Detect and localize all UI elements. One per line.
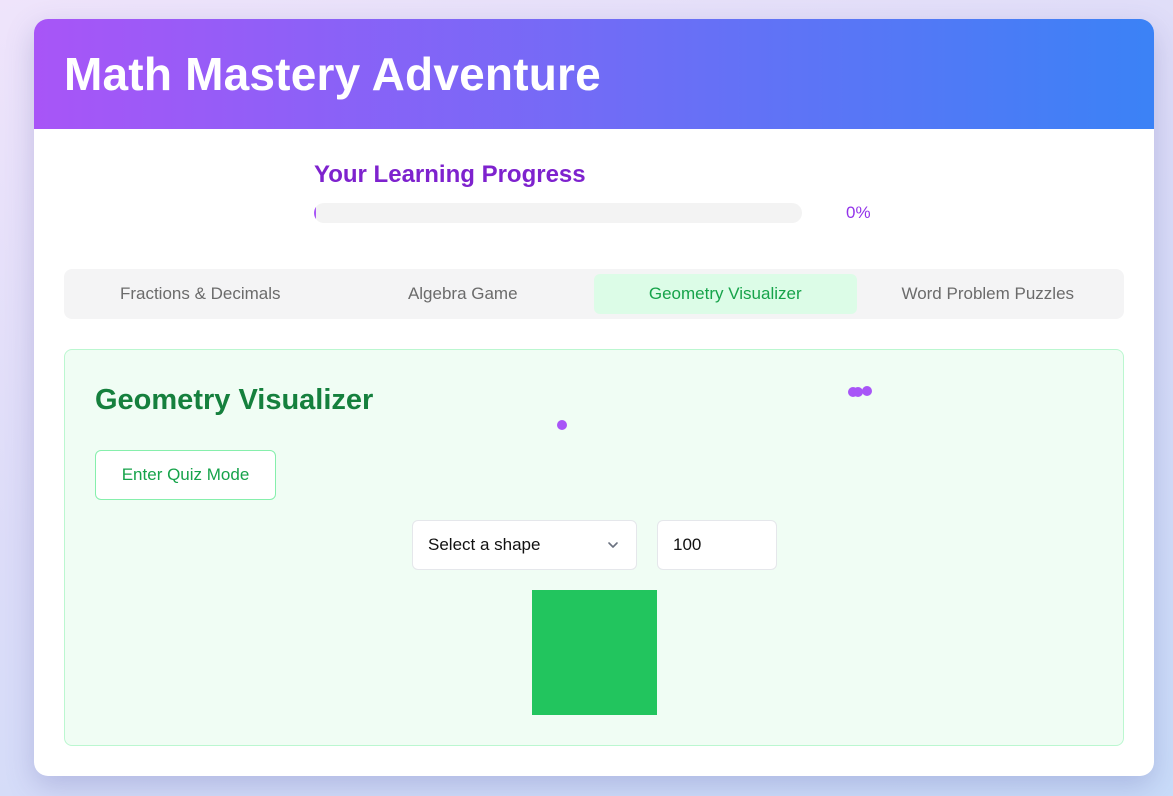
app-header: Math Mastery Adventure	[34, 19, 1154, 129]
chevron-down-icon	[608, 542, 618, 548]
progress-percent: 0%	[846, 203, 871, 222]
progress-row: 0%	[314, 203, 914, 223]
size-input[interactable]	[657, 520, 777, 570]
progress-section: Your Learning Progress 0%	[314, 161, 914, 223]
progress-title: Your Learning Progress	[314, 161, 586, 188]
tab-fractions-decimals[interactable]: Fractions & Decimals	[69, 274, 332, 314]
geometry-panel: Geometry Visualizer Enter Quiz Mode Sele…	[64, 349, 1124, 746]
tab-word-problem-puzzles[interactable]: Word Problem Puzzles	[857, 274, 1120, 314]
particle-dot	[557, 420, 567, 430]
progress-bar	[314, 203, 802, 223]
particle-dot	[862, 386, 872, 396]
enter-quiz-mode-button[interactable]: Enter Quiz Mode	[95, 450, 276, 500]
tab-geometry-visualizer[interactable]: Geometry Visualizer	[594, 274, 857, 314]
app-card: Math Mastery Adventure Your Learning Pro…	[34, 19, 1154, 776]
app-title: Math Mastery Adventure	[64, 48, 601, 100]
panel-title: Geometry Visualizer	[95, 384, 374, 416]
shape-select-value: Select a shape	[428, 535, 541, 554]
shape-select[interactable]: Select a shape	[412, 520, 637, 570]
shape-preview-square	[532, 590, 657, 715]
topic-tabs: Fractions & Decimals Algebra Game Geomet…	[64, 269, 1124, 319]
tab-algebra-game[interactable]: Algebra Game	[332, 274, 595, 314]
progress-bar-fill	[314, 203, 316, 223]
